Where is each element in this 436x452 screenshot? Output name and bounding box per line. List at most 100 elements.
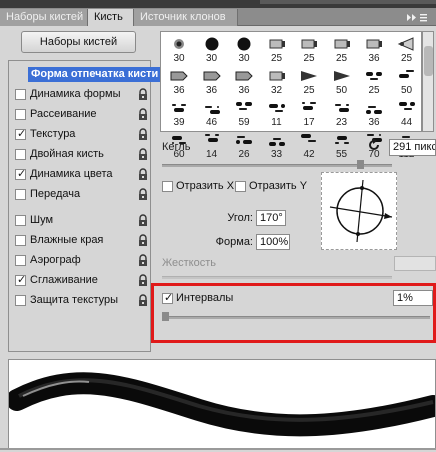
scrollbar-thumb[interactable] [424,46,433,76]
brush-tip-cell[interactable]: 46 [196,97,228,129]
brush-option-row[interactable]: ✓ Текстура [9,125,150,145]
brush-tip-cell[interactable]: 25 [391,33,423,65]
spacing-slider-thumb[interactable] [162,312,169,321]
brush-tip-cell[interactable]: 25 [261,33,293,65]
brush-tip-cell[interactable]: 14 [196,129,228,161]
brush-option-row[interactable]: ✓ Сглаживание [9,271,150,291]
brush-option-row[interactable]: Защита текстуры [9,291,150,311]
option-checkbox[interactable] [15,235,26,246]
brush-tip-cell[interactable]: 55 [326,129,358,161]
tab-clone-source[interactable]: Источник клонов [134,9,238,26]
option-label: Сглаживание [30,274,98,286]
brush-tip-size: 30 [205,53,218,64]
option-checkbox[interactable]: ✓ [15,274,26,286]
lock-icon[interactable] [137,108,149,121]
brush-option-row[interactable]: Аэрограф [9,251,150,271]
brush-tip-cell[interactable]: 11 [261,97,293,129]
brush-option-row[interactable]: Шум [9,211,150,231]
tab-brush-presets[interactable]: Наборы кистей [0,9,88,26]
brush-tip-cell[interactable]: 33 [261,129,293,161]
brush-tip-cell[interactable]: 50 [326,65,358,97]
angle-roundness-widget[interactable] [321,172,397,250]
brush-tip-chisel-icon [200,68,224,84]
option-checkbox[interactable] [15,149,26,160]
option-checkbox[interactable] [15,189,26,200]
brush-tip-cell[interactable]: 36 [196,65,228,97]
brush-tip-marker-icon [297,36,321,52]
brush-option-row[interactable]: Рассеивание [9,105,150,125]
check-mark-icon: ✓ [17,168,27,180]
brush-option-row[interactable]: ✓ Динамика цвета [9,165,150,185]
brush-tip-chisel-icon [167,68,191,84]
brush-tip-cell[interactable]: 30 [163,33,195,65]
brush-presets-button[interactable]: Наборы кистей [21,31,136,53]
brush-tip-cell[interactable]: 25 [358,65,390,97]
option-checkbox[interactable] [15,255,26,266]
brush-tip-cell[interactable]: 50 [391,65,423,97]
brush-tip-size: 36 [173,85,185,96]
brush-tip-cell[interactable]: 30 [196,33,228,65]
option-checkbox[interactable]: ✓ [15,128,26,140]
brush-tip-cell[interactable]: 59 [228,97,260,129]
lock-icon[interactable] [137,294,149,307]
option-label: Динамика цвета [30,168,113,180]
size-slider-thumb[interactable] [356,160,364,169]
angle-input[interactable]: 170° [256,210,286,226]
brush-tip-size: 30 [238,53,250,64]
panel-menu-icon[interactable] [404,11,428,24]
tab-brush[interactable]: Кисть [88,9,134,26]
spacing-box[interactable]: ✓ [162,292,173,304]
lock-icon[interactable] [137,168,149,181]
brush-option-row[interactable]: Двойная кисть [9,145,150,165]
option-checkbox[interactable] [15,89,26,100]
brush-tip-soft-dot-icon [167,36,191,52]
brush-tip-cell[interactable]: 17 [293,97,325,129]
lock-icon[interactable] [137,254,149,267]
brush-option-row[interactable]: Форма отпечатка кисти [9,65,162,85]
brush-tip-size: 14 [205,149,218,160]
brush-tip-fan-icon [395,36,419,52]
flip-x-box[interactable] [162,181,173,192]
brush-tip-marker-icon [362,36,386,52]
brush-grid-scrollbar[interactable] [422,31,434,132]
brush-tip-cell[interactable]: 26 [228,129,260,161]
brush-option-row[interactable]: Передача [9,185,150,205]
brush-tip-cell[interactable]: 42 [293,129,325,161]
lock-icon[interactable] [137,274,149,287]
lock-icon[interactable] [137,88,149,101]
lock-icon[interactable] [137,188,149,201]
brush-tip-cell[interactable]: 23 [326,97,358,129]
brush-tip-cell[interactable]: 36 [228,65,260,97]
reset-icon[interactable] [367,138,381,152]
brush-tip-cell[interactable]: 25 [293,65,325,97]
lock-icon[interactable] [137,148,149,161]
brush-tip-cell[interactable]: 44 [391,97,423,129]
lock-icon[interactable] [137,214,149,227]
brush-tip-cell[interactable]: 32 [261,65,293,97]
brush-tip-size: 36 [368,53,380,64]
size-input[interactable]: 291 пикс. [389,139,436,156]
option-checkbox[interactable] [15,109,26,120]
brush-tip-size: 11 [271,117,282,128]
brush-option-row[interactable]: Влажные края [9,231,150,251]
spacing-input[interactable]: 1% [393,290,433,306]
brush-tip-cell[interactable]: 36 [358,33,390,65]
brush-option-row[interactable]: Динамика формы [9,85,150,105]
option-checkbox[interactable] [15,295,26,306]
option-checkbox[interactable] [15,215,26,226]
lock-icon[interactable] [137,128,149,141]
roundness-input[interactable]: 100% [256,234,290,250]
flip-y-box[interactable] [235,181,246,192]
brush-tip-cell[interactable]: 25 [326,33,358,65]
brush-tip-grid: 30 30 30 25 25 25 36 25 36 36 36 32 25 50 25 50 39 46 59 11… [160,31,423,160]
brush-tip-splatter-icon [297,100,321,116]
brush-tip-cell[interactable]: 30 [228,33,260,65]
option-checkbox[interactable]: ✓ [15,168,27,180]
brush-tip-cell[interactable]: 25 [293,33,325,65]
brush-tip-cell[interactable]: 39 [163,97,195,129]
lock-icon[interactable] [137,234,149,247]
option-label: Текстура [30,128,76,140]
spacing-slider-track[interactable] [162,316,430,319]
brush-tip-cell[interactable]: 36 [358,97,390,129]
brush-tip-cell[interactable]: 36 [163,65,195,97]
